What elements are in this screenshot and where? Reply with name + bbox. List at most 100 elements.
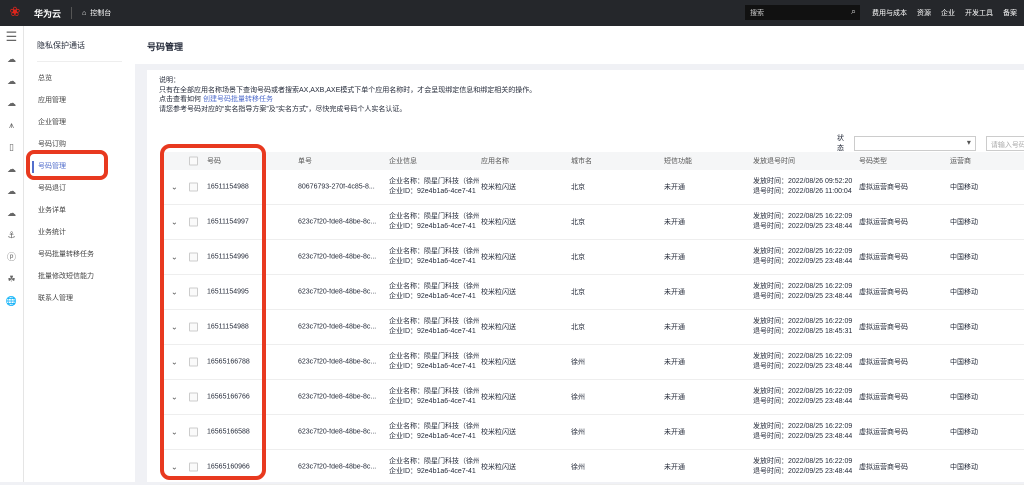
sidebar-item[interactable]: 业务详单	[24, 200, 135, 222]
cloud-icon[interactable]: ☁	[0, 180, 23, 202]
cell-order: 623c7f20-fde8-48be-8c...	[298, 359, 376, 366]
content-panel: 说明： 只有在全部应用名称场景下查询号码或者搜索AX,AXB,AXE模式下单个应…	[147, 70, 1024, 482]
globe-icon[interactable]: 🌐	[0, 290, 23, 312]
table-row[interactable]: ⌄16511154988623c7f20-fde8-48be-8c...企业名称…	[160, 310, 1024, 345]
table-row[interactable]: ⌄16565166788623c7f20-fde8-48be-8c...企业名称…	[160, 345, 1024, 380]
recall-time: 退号时间：2022/08/25 18:45:31	[753, 327, 852, 337]
company-info: 企业名称：陨星门科技（徐州企业ID：92e4b1a6-4ce7-41	[389, 387, 479, 407]
issue-recall-time: 发放时间：2022/08/25 16:22:09退号时间：2022/09/25 …	[753, 387, 852, 407]
cell-app: 校米粒闪送	[481, 322, 516, 332]
top-nav-item[interactable]: 资源	[917, 8, 931, 18]
column-header[interactable]: 城市名	[571, 156, 592, 166]
sidebar-item[interactable]: 企业管理	[24, 112, 135, 134]
table-row[interactable]: ⌄16565160966623c7f20-fde8-48be-8c...企业名称…	[160, 450, 1024, 485]
company-info: 企业名称：陨星门科技（徐州企业ID：92e4b1a6-4ce7-41	[389, 212, 479, 232]
cloud-icon[interactable]: ☁	[0, 70, 23, 92]
cell-carrier: 中国移动	[950, 182, 978, 192]
sidebar-item[interactable]: 总览	[24, 68, 135, 90]
sidebar-item[interactable]: 联系人管理	[24, 288, 135, 310]
cell-city: 北京	[571, 217, 585, 227]
huawei-logo-icon[interactable]: ❀	[6, 4, 24, 22]
search-input[interactable]: 搜索⌕	[745, 5, 860, 20]
table-row[interactable]: ⌄1651115498880676793-270f-4c85-8...企业名称：…	[160, 170, 1024, 205]
cell-sms: 未开通	[664, 217, 685, 227]
status-select[interactable]	[854, 136, 975, 151]
create-transfer-task-link[interactable]: 创建号码批量转移任务	[203, 96, 273, 103]
column-header[interactable]: 运营商	[950, 156, 971, 166]
company-id: 企业ID：92e4b1a6-4ce7-41	[389, 397, 479, 407]
cloud-icon[interactable]: ☁	[0, 158, 23, 180]
numbers-table: 号码单号企业信息应用名称城市名短信功能发放退号时间号码类型运营商⌄1651115…	[160, 152, 1024, 485]
column-header[interactable]: 企业信息	[389, 156, 417, 166]
highlight-annotation	[160, 144, 266, 480]
issue-time: 发放时间：2022/08/25 16:22:09	[753, 352, 852, 362]
notice-line: 请您参考号码对应的“实名指导方案”及“实名方式”，尽快完成号码个人实名认证。	[159, 105, 536, 115]
column-header[interactable]: 号码类型	[859, 156, 887, 166]
cell-sms: 未开通	[664, 392, 685, 402]
top-nav-item[interactable]: 企业	[941, 8, 955, 18]
status-label: 状态	[837, 133, 850, 153]
divider	[71, 7, 72, 19]
brand-name[interactable]: 华为云	[34, 7, 61, 20]
cell-city: 徐州	[571, 357, 585, 367]
notice-line: 点击查看如何	[159, 96, 201, 103]
sidebar-item[interactable]: 业务统计	[24, 222, 135, 244]
table-row[interactable]: ⌄16511154997623c7f20-fde8-48be-8c...企业名称…	[160, 205, 1024, 240]
cell-sms: 未开通	[664, 252, 685, 262]
number-search-input[interactable]: 请输入号码	[986, 136, 1024, 151]
cell-order: 80676793-270f-4c85-8...	[298, 184, 375, 191]
cloud-icon[interactable]: ☁	[0, 92, 23, 114]
company-id: 企业ID：92e4b1a6-4ce7-41	[389, 432, 479, 442]
company-info: 企业名称：陨星门科技（徐州企业ID：92e4b1a6-4ce7-41	[389, 282, 479, 302]
column-header[interactable]: 发放退号时间	[753, 156, 795, 166]
home-icon: ⌂	[82, 10, 86, 17]
issue-recall-time: 发放时间：2022/08/25 16:22:09退号时间：2022/09/25 …	[753, 247, 852, 267]
cloud-icon[interactable]: ☁	[0, 202, 23, 224]
recall-time: 退号时间：2022/09/25 23:48:44	[753, 362, 852, 372]
table-row[interactable]: ⌄16565166588623c7f20-fde8-48be-8c...企业名称…	[160, 415, 1024, 450]
cell-sms: 未开通	[664, 322, 685, 332]
table-row[interactable]: ⌄16511154996623c7f20-fde8-48be-8c...企业名称…	[160, 240, 1024, 275]
cell-order: 623c7f20-fde8-48be-8c...	[298, 324, 376, 331]
issue-time: 发放时间：2022/08/26 09:52:20	[753, 177, 852, 187]
menu-icon[interactable]: ☰	[0, 26, 23, 48]
issue-recall-time: 发放时间：2022/08/25 16:22:09退号时间：2022/09/25 …	[753, 352, 852, 372]
column-header[interactable]: 单号	[298, 156, 312, 166]
sidebar-item[interactable]: 号码批量转移任务	[24, 244, 135, 266]
table-row[interactable]: ⌄16511154995623c7f20-fde8-48be-8c...企业名称…	[160, 275, 1024, 310]
company-info: 企业名称：陨星门科技（徐州企业ID：92e4b1a6-4ce7-41	[389, 352, 479, 372]
recall-time: 退号时间：2022/09/25 23:48:44	[753, 397, 852, 407]
cell-carrier: 中国移动	[950, 392, 978, 402]
recall-time: 退号时间：2022/09/25 23:48:44	[753, 467, 852, 477]
company-info: 企业名称：陨星门科技（徐州企业ID：92e4b1a6-4ce7-41	[389, 317, 479, 337]
column-header[interactable]: 应用名称	[481, 156, 509, 166]
cloud-icon[interactable]: ☁	[0, 48, 23, 70]
top-nav-item[interactable]: 费用与成本	[872, 8, 907, 18]
recall-time: 退号时间：2022/08/26 11:00:04	[753, 187, 852, 197]
sidebar-item[interactable]: 号码退订	[24, 178, 135, 200]
cell-type: 虚拟运营商号码	[859, 427, 908, 437]
cell-type: 虚拟运营商号码	[859, 252, 908, 262]
table-row[interactable]: ⌄16565166766623c7f20-fde8-48be-8c...企业名称…	[160, 380, 1024, 415]
cell-type: 虚拟运营商号码	[859, 182, 908, 192]
parking-icon[interactable]: ⓟ	[0, 246, 23, 268]
cell-city: 北京	[571, 287, 585, 297]
device-icon[interactable]: ▯	[0, 136, 23, 158]
anchor-icon[interactable]: ⚓	[0, 224, 23, 246]
top-nav-item[interactable]: 开发工具	[965, 8, 993, 18]
company-id: 企业ID：92e4b1a6-4ce7-41	[389, 187, 479, 197]
issue-time: 发放时间：2022/08/25 16:22:09	[753, 247, 852, 257]
bridge-icon[interactable]: ⩚	[0, 114, 23, 136]
cell-carrier: 中国移动	[950, 322, 978, 332]
sidebar-item[interactable]: 批量修改短信能力	[24, 266, 135, 288]
sidebar-item[interactable]: 应用管理	[24, 90, 135, 112]
top-nav-item[interactable]: 备案	[1003, 8, 1017, 18]
cluster-icon[interactable]: ☘	[0, 268, 23, 290]
console-link[interactable]: ⌂控制台	[82, 8, 111, 18]
company-name: 企业名称：陨星门科技（徐州	[389, 317, 479, 327]
column-header[interactable]: 短信功能	[664, 156, 692, 166]
company-name: 企业名称：陨星门科技（徐州	[389, 457, 479, 467]
search-icon[interactable]: ⌕	[851, 6, 856, 17]
company-name: 企业名称：陨星门科技（徐州	[389, 352, 479, 362]
cell-order: 623c7f20-fde8-48be-8c...	[298, 254, 376, 261]
